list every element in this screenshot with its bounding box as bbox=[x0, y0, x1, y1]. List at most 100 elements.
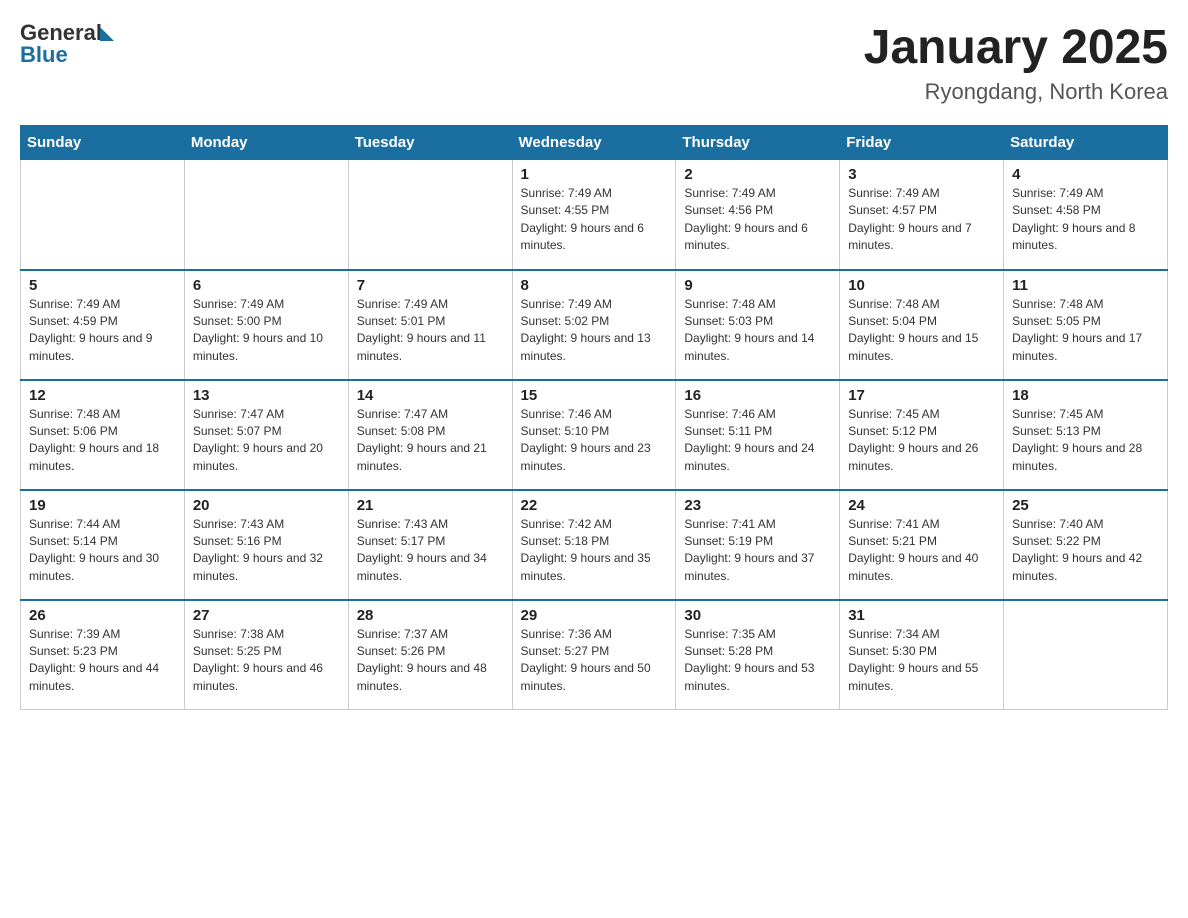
day-info: Sunrise: 7:49 AMSunset: 4:58 PMDaylight:… bbox=[1012, 185, 1159, 255]
day-info: Sunrise: 7:40 AMSunset: 5:22 PMDaylight:… bbox=[1012, 516, 1159, 586]
logo-triangle-icon bbox=[100, 27, 114, 41]
day-info: Sunrise: 7:46 AMSunset: 5:11 PMDaylight:… bbox=[684, 406, 831, 476]
calendar-cell: 26 Sunrise: 7:39 AMSunset: 5:23 PMDayligh… bbox=[21, 600, 185, 710]
day-info: Sunrise: 7:46 AMSunset: 5:10 PMDaylight:… bbox=[521, 406, 668, 476]
calendar-cell: 17 Sunrise: 7:45 AMSunset: 5:12 PMDayligh… bbox=[840, 380, 1004, 490]
day-number: 22 bbox=[521, 497, 668, 514]
page-header: General Blue January 2025 Ryongdang, Nor… bbox=[20, 20, 1168, 105]
day-info: Sunrise: 7:43 AMSunset: 5:16 PMDaylight:… bbox=[193, 516, 340, 586]
day-number: 4 bbox=[1012, 166, 1159, 183]
calendar-week-row: 19 Sunrise: 7:44 AMSunset: 5:14 PMDayligh… bbox=[21, 490, 1168, 600]
day-info: Sunrise: 7:42 AMSunset: 5:18 PMDaylight:… bbox=[521, 516, 668, 586]
day-info: Sunrise: 7:45 AMSunset: 5:13 PMDaylight:… bbox=[1012, 406, 1159, 476]
day-info: Sunrise: 7:49 AMSunset: 5:00 PMDaylight:… bbox=[193, 296, 340, 366]
day-number: 13 bbox=[193, 387, 340, 404]
calendar-cell: 31 Sunrise: 7:34 AMSunset: 5:30 PMDayligh… bbox=[840, 600, 1004, 710]
calendar-cell bbox=[1004, 600, 1168, 710]
calendar-cell: 6 Sunrise: 7:49 AMSunset: 5:00 PMDaylight… bbox=[184, 270, 348, 380]
calendar-cell: 24Sunrise: 7:41 AMSunset: 5:21 PMDayligh… bbox=[840, 490, 1004, 600]
calendar-cell: 25 Sunrise: 7:40 AMSunset: 5:22 PMDayligh… bbox=[1004, 490, 1168, 600]
calendar-cell: 27 Sunrise: 7:38 AMSunset: 5:25 PMDayligh… bbox=[184, 600, 348, 710]
day-number: 6 bbox=[193, 277, 340, 294]
calendar-cell: 13Sunrise: 7:47 AMSunset: 5:07 PMDayligh… bbox=[184, 380, 348, 490]
calendar-cell: 18 Sunrise: 7:45 AMSunset: 5:13 PMDayligh… bbox=[1004, 380, 1168, 490]
calendar-table: SundayMondayTuesdayWednesdayThursdayFrid… bbox=[20, 125, 1168, 710]
day-info: Sunrise: 7:49 AMSunset: 5:01 PMDaylight:… bbox=[357, 296, 504, 366]
day-info: Sunrise: 7:39 AMSunset: 5:23 PMDaylight:… bbox=[29, 626, 176, 696]
day-number: 5 bbox=[29, 277, 176, 294]
calendar-cell: 1 Sunrise: 7:49 AMSunset: 4:55 PMDaylight… bbox=[512, 160, 676, 270]
header-wednesday: Wednesday bbox=[512, 126, 676, 160]
day-info: Sunrise: 7:49 AMSunset: 5:02 PMDaylight:… bbox=[521, 296, 668, 366]
calendar-cell: 23Sunrise: 7:41 AMSunset: 5:19 PMDayligh… bbox=[676, 490, 840, 600]
day-number: 1 bbox=[521, 166, 668, 183]
day-number: 3 bbox=[848, 166, 995, 183]
day-number: 8 bbox=[521, 277, 668, 294]
title-section: January 2025 Ryongdang, North Korea bbox=[864, 20, 1168, 105]
calendar-cell bbox=[21, 160, 185, 270]
header-thursday: Thursday bbox=[676, 126, 840, 160]
calendar-cell bbox=[348, 160, 512, 270]
calendar-cell: 16 Sunrise: 7:46 AMSunset: 5:11 PMDayligh… bbox=[676, 380, 840, 490]
day-info: Sunrise: 7:49 AMSunset: 4:57 PMDaylight:… bbox=[848, 185, 995, 255]
header-friday: Friday bbox=[840, 126, 1004, 160]
day-number: 19 bbox=[29, 497, 176, 514]
day-info: Sunrise: 7:41 AMSunset: 5:19 PMDaylight:… bbox=[684, 516, 831, 586]
calendar-cell: 14Sunrise: 7:47 AMSunset: 5:08 PMDayligh… bbox=[348, 380, 512, 490]
day-info: Sunrise: 7:49 AMSunset: 4:59 PMDaylight:… bbox=[29, 296, 176, 366]
day-info: Sunrise: 7:41 AMSunset: 5:21 PMDaylight:… bbox=[848, 516, 995, 586]
calendar-cell: 29 Sunrise: 7:36 AMSunset: 5:27 PMDayligh… bbox=[512, 600, 676, 710]
day-number: 25 bbox=[1012, 497, 1159, 514]
calendar-week-row: 26 Sunrise: 7:39 AMSunset: 5:23 PMDayligh… bbox=[21, 600, 1168, 710]
calendar-cell: 20Sunrise: 7:43 AMSunset: 5:16 PMDayligh… bbox=[184, 490, 348, 600]
calendar-title: January 2025 bbox=[864, 20, 1168, 75]
day-number: 11 bbox=[1012, 277, 1159, 294]
calendar-cell: 3 Sunrise: 7:49 AMSunset: 4:57 PMDaylight… bbox=[840, 160, 1004, 270]
day-info: Sunrise: 7:34 AMSunset: 5:30 PMDaylight:… bbox=[848, 626, 995, 696]
calendar-week-row: 1 Sunrise: 7:49 AMSunset: 4:55 PMDaylight… bbox=[21, 160, 1168, 270]
day-info: Sunrise: 7:44 AMSunset: 5:14 PMDaylight:… bbox=[29, 516, 176, 586]
calendar-cell: 15 Sunrise: 7:46 AMSunset: 5:10 PMDayligh… bbox=[512, 380, 676, 490]
calendar-cell: 4 Sunrise: 7:49 AMSunset: 4:58 PMDaylight… bbox=[1004, 160, 1168, 270]
day-number: 27 bbox=[193, 607, 340, 624]
day-number: 29 bbox=[521, 607, 668, 624]
calendar-cell: 30 Sunrise: 7:35 AMSunset: 5:28 PMDayligh… bbox=[676, 600, 840, 710]
day-number: 16 bbox=[684, 387, 831, 404]
day-number: 14 bbox=[357, 387, 504, 404]
calendar-subtitle: Ryongdang, North Korea bbox=[864, 79, 1168, 105]
header-sunday: Sunday bbox=[21, 126, 185, 160]
day-number: 9 bbox=[684, 277, 831, 294]
header-monday: Monday bbox=[184, 126, 348, 160]
day-info: Sunrise: 7:35 AMSunset: 5:28 PMDaylight:… bbox=[684, 626, 831, 696]
day-info: Sunrise: 7:48 AMSunset: 5:05 PMDaylight:… bbox=[1012, 296, 1159, 366]
day-info: Sunrise: 7:48 AMSunset: 5:04 PMDaylight:… bbox=[848, 296, 995, 366]
day-number: 26 bbox=[29, 607, 176, 624]
calendar-cell: 10 Sunrise: 7:48 AMSunset: 5:04 PMDayligh… bbox=[840, 270, 1004, 380]
day-info: Sunrise: 7:48 AMSunset: 5:06 PMDaylight:… bbox=[29, 406, 176, 476]
calendar-cell: 12Sunrise: 7:48 AMSunset: 5:06 PMDayligh… bbox=[21, 380, 185, 490]
calendar-cell: 19 Sunrise: 7:44 AMSunset: 5:14 PMDayligh… bbox=[21, 490, 185, 600]
day-number: 18 bbox=[1012, 387, 1159, 404]
day-number: 17 bbox=[848, 387, 995, 404]
calendar-cell: 2 Sunrise: 7:49 AMSunset: 4:56 PMDaylight… bbox=[676, 160, 840, 270]
day-info: Sunrise: 7:48 AMSunset: 5:03 PMDaylight:… bbox=[684, 296, 831, 366]
day-info: Sunrise: 7:36 AMSunset: 5:27 PMDaylight:… bbox=[521, 626, 668, 696]
day-info: Sunrise: 7:38 AMSunset: 5:25 PMDaylight:… bbox=[193, 626, 340, 696]
calendar-cell: 11 Sunrise: 7:48 AMSunset: 5:05 PMDayligh… bbox=[1004, 270, 1168, 380]
day-info: Sunrise: 7:45 AMSunset: 5:12 PMDaylight:… bbox=[848, 406, 995, 476]
day-info: Sunrise: 7:49 AMSunset: 4:55 PMDaylight:… bbox=[521, 185, 668, 255]
day-number: 7 bbox=[357, 277, 504, 294]
calendar-cell bbox=[184, 160, 348, 270]
day-info: Sunrise: 7:49 AMSunset: 4:56 PMDaylight:… bbox=[684, 185, 831, 255]
day-number: 15 bbox=[521, 387, 668, 404]
header-saturday: Saturday bbox=[1004, 126, 1168, 160]
calendar-cell: 5 Sunrise: 7:49 AMSunset: 4:59 PMDaylight… bbox=[21, 270, 185, 380]
day-info: Sunrise: 7:43 AMSunset: 5:17 PMDaylight:… bbox=[357, 516, 504, 586]
day-number: 30 bbox=[684, 607, 831, 624]
day-number: 2 bbox=[684, 166, 831, 183]
day-number: 31 bbox=[848, 607, 995, 624]
header-tuesday: Tuesday bbox=[348, 126, 512, 160]
calendar-cell: 7 Sunrise: 7:49 AMSunset: 5:01 PMDaylight… bbox=[348, 270, 512, 380]
day-info: Sunrise: 7:37 AMSunset: 5:26 PMDaylight:… bbox=[357, 626, 504, 696]
day-number: 10 bbox=[848, 277, 995, 294]
